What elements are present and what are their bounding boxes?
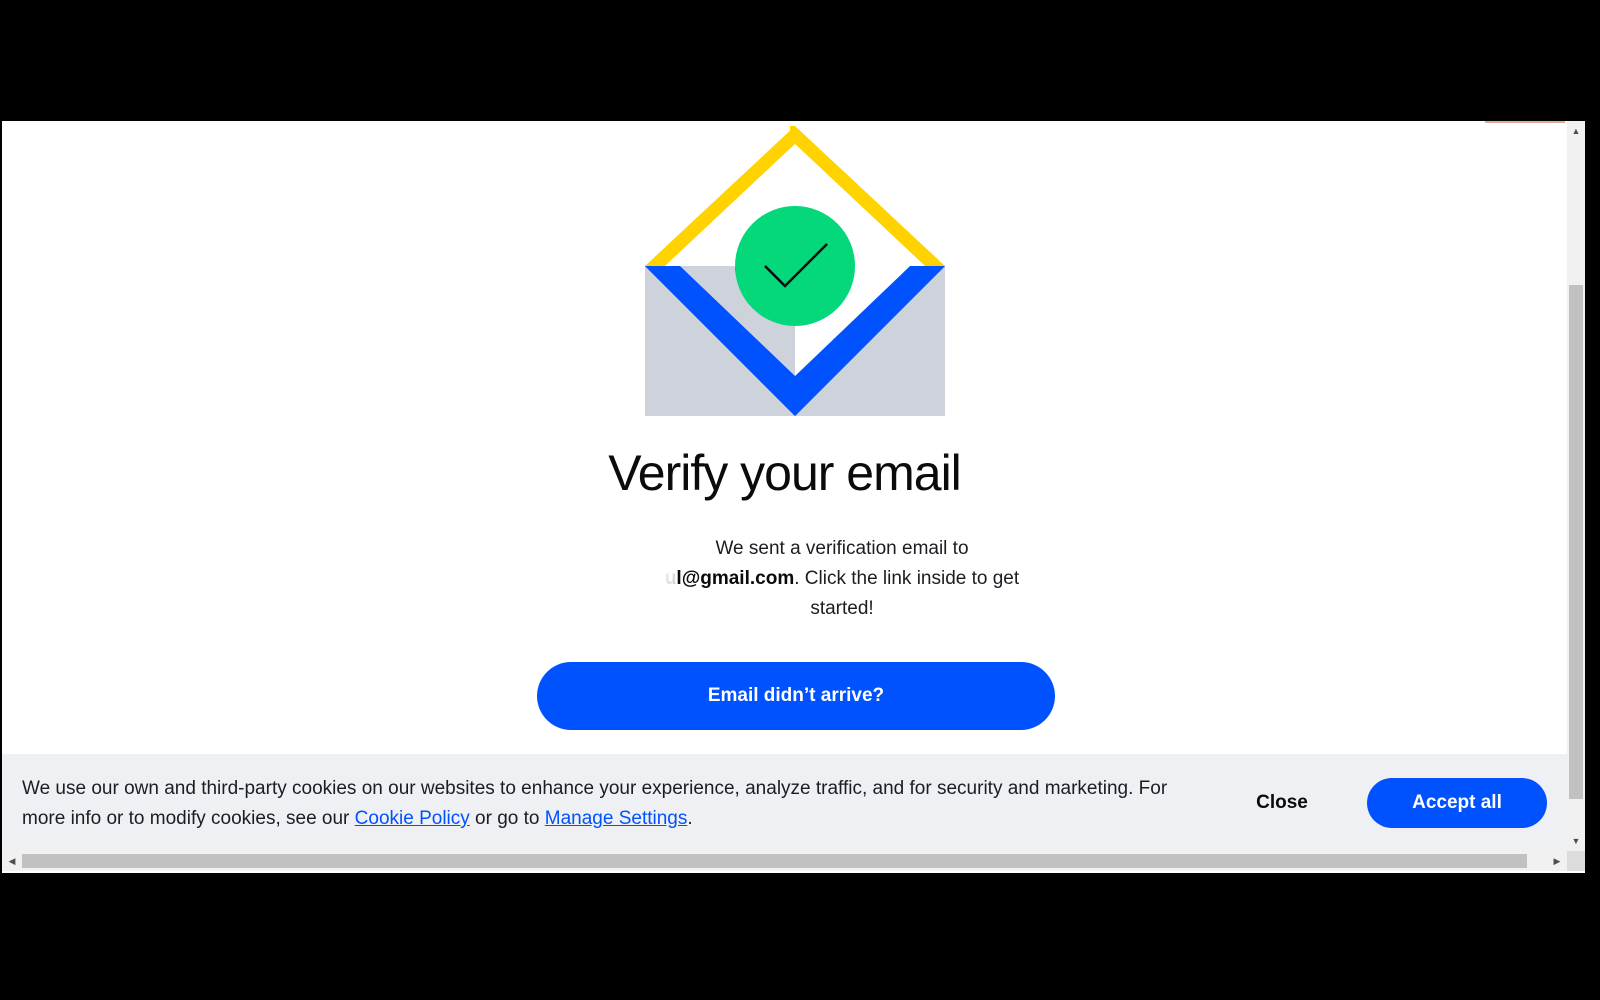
scroll-right-arrow-icon[interactable]: ▶: [1549, 851, 1565, 871]
scrollbar-corner: [1567, 851, 1585, 871]
verification-message: We sent a verification email to ul@gmail…: [632, 534, 1052, 624]
message-before: We sent a verification email to: [715, 538, 969, 559]
page-title: Verify your email: [608, 445, 962, 501]
email-didnt-arrive-button[interactable]: Email didn’t arrive?: [537, 662, 1055, 730]
cookie-banner: We use our own and third-party cookies o…: [2, 754, 1567, 851]
cookie-text-after: .: [687, 808, 693, 829]
cookie-accept-all-button[interactable]: Accept all: [1367, 778, 1547, 828]
message-after: . Click the link inside to get started!: [794, 568, 1020, 619]
vertical-scroll-thumb[interactable]: [1569, 285, 1583, 799]
cookie-policy-link[interactable]: Cookie Policy: [355, 808, 470, 829]
email-address: ul@gmail.com: [664, 568, 795, 589]
vertical-scrollbar[interactable]: ▲ ▼: [1567, 121, 1585, 851]
browser-viewport: Verify your email We sent a verification…: [2, 121, 1585, 873]
cookie-close-button[interactable]: Close: [1227, 781, 1337, 825]
scroll-up-arrow-icon[interactable]: ▲: [1567, 123, 1585, 139]
scroll-down-arrow-icon[interactable]: ▼: [1567, 833, 1585, 849]
envelope-check-icon: [645, 126, 945, 416]
page-content: Verify your email We sent a verification…: [2, 121, 1567, 851]
horizontal-scroll-thumb[interactable]: [22, 854, 1527, 868]
top-edge-hint: [1485, 121, 1565, 123]
horizontal-scrollbar[interactable]: ◀ ▶: [2, 851, 1567, 871]
scroll-left-arrow-icon[interactable]: ◀: [4, 851, 20, 871]
redaction-blur: [517, 543, 677, 605]
cookie-banner-text: We use our own and third-party cookies o…: [22, 774, 1182, 834]
cookie-text-middle: or go to: [469, 808, 545, 829]
manage-settings-link[interactable]: Manage Settings: [545, 808, 688, 829]
